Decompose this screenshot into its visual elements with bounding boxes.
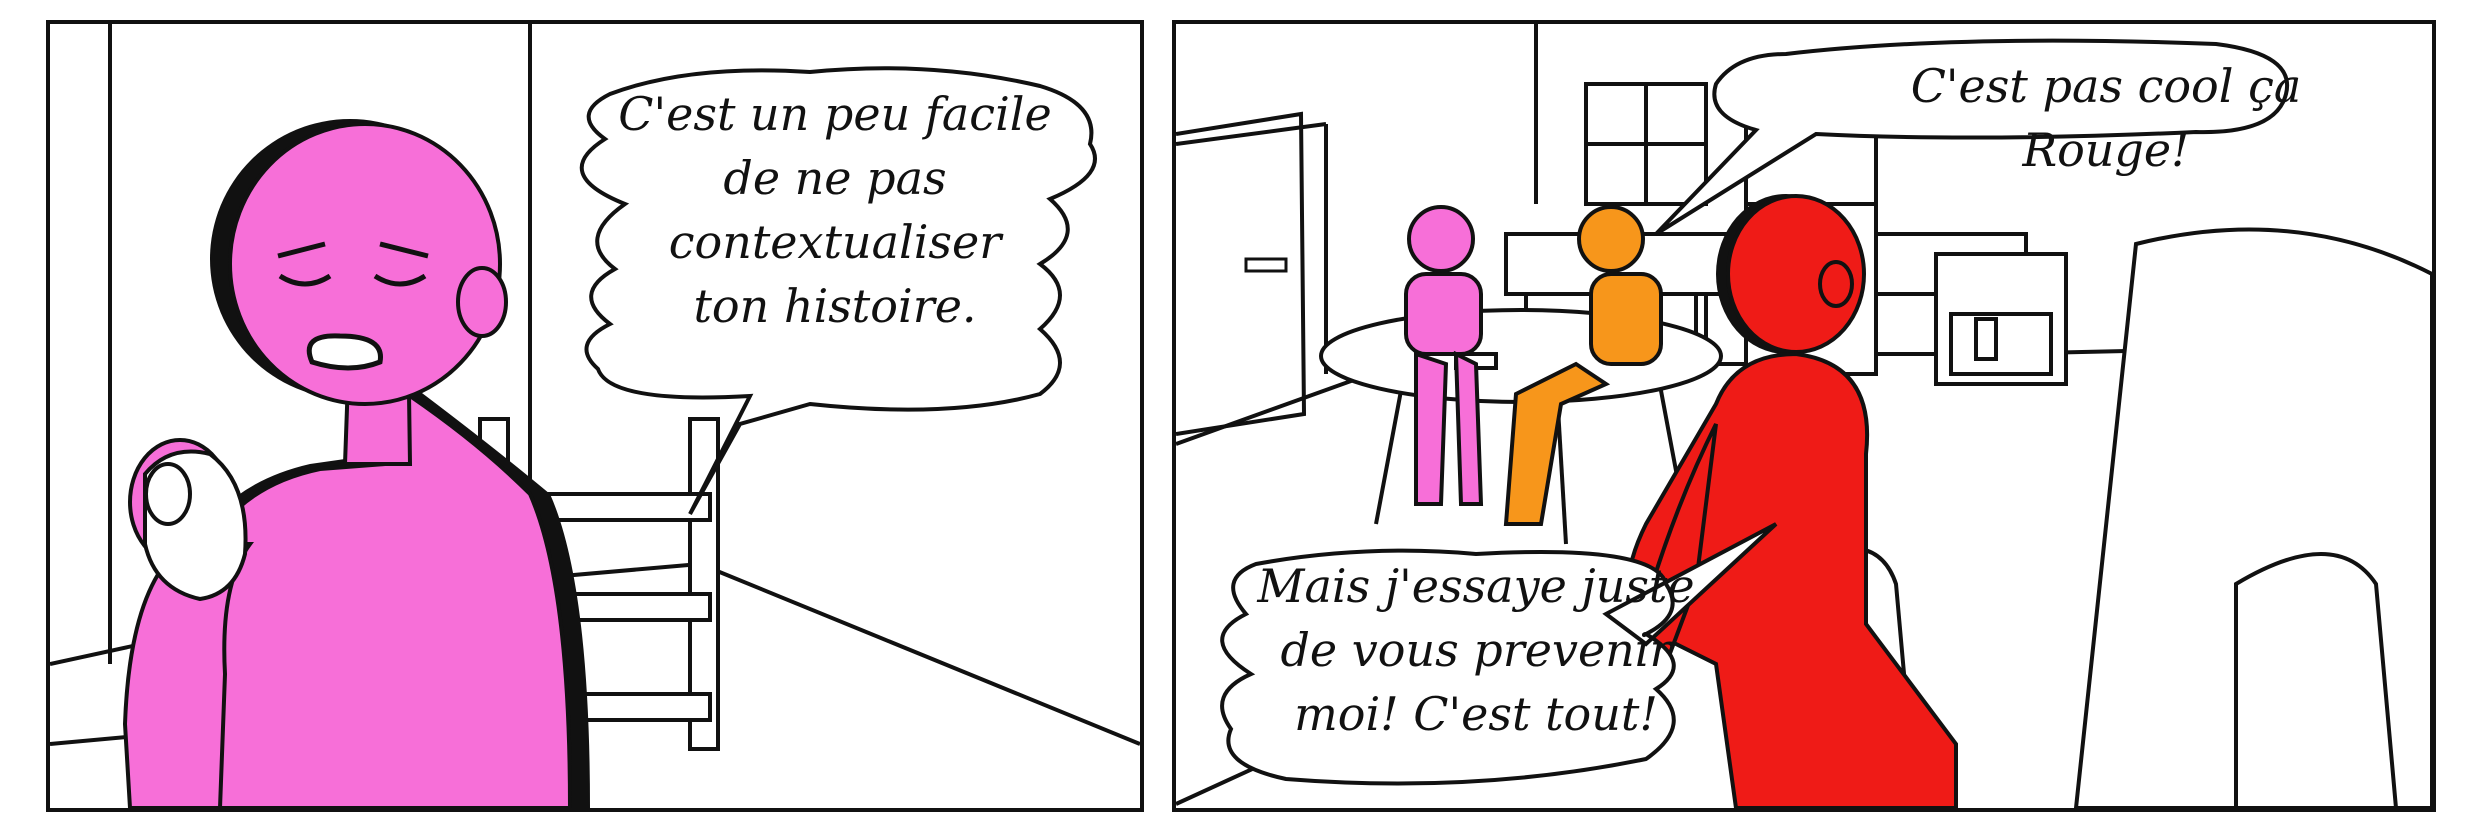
comic-panel-1: C'est un peu facile de ne pas contextual…	[46, 20, 1144, 812]
cup	[143, 449, 248, 602]
door-handle	[1244, 257, 1288, 273]
window	[1584, 82, 1708, 206]
speech-bubble-1-text: C'est un peu facile de ne pas contextual…	[618, 87, 1052, 333]
comic-panel-2: C'est pas cool ça Rouge! Mais j'essaye j…	[1172, 20, 2436, 812]
speech-bubble-top-text: C'est pas cool ça Rouge!	[1910, 59, 2302, 177]
speech-bubble-bottom-text: Mais j'essaye juste de vous prevenir moi…	[1257, 559, 1695, 741]
